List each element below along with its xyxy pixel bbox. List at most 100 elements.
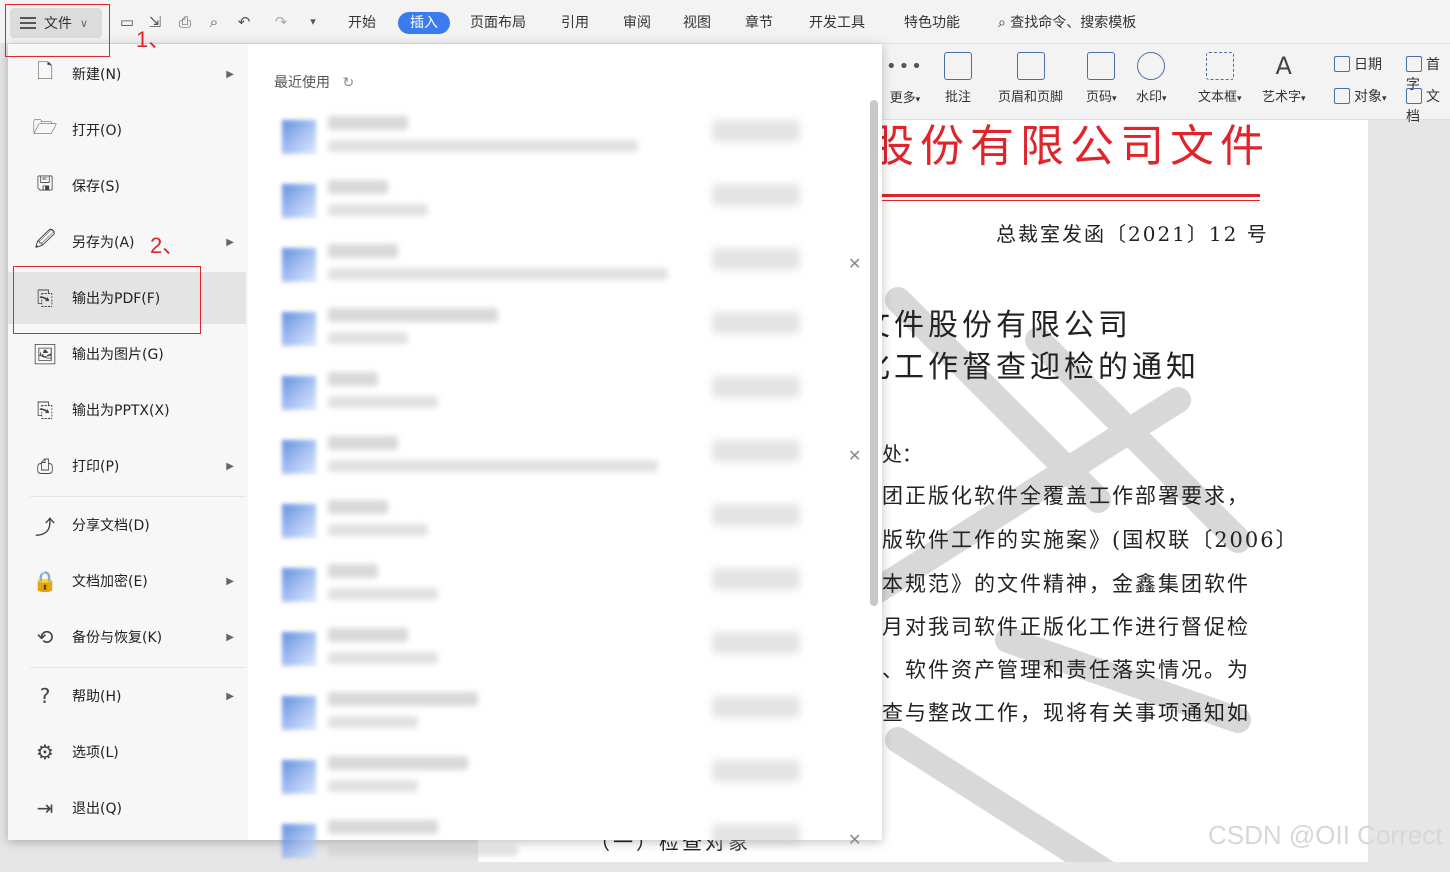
wordart-icon: A: [1275, 52, 1292, 80]
document-icon: [282, 696, 316, 730]
tab-insert[interactable]: 插入: [398, 12, 450, 34]
save-icon[interactable]: ▭: [118, 13, 136, 31]
recent-file-time-blurred: [712, 184, 800, 206]
document-icon: [282, 440, 316, 474]
redo-icon[interactable]: ↷: [272, 13, 290, 31]
backup-icon: ⟲: [36, 625, 54, 649]
recent-file-time-blurred: [712, 632, 800, 654]
file-menu-item[interactable]: ⤴ 分享文档(D): [8, 499, 246, 551]
document-icon: [282, 312, 316, 346]
refresh-icon[interactable]: ↻: [342, 75, 354, 91]
undo-icon[interactable]: ↶: [235, 13, 253, 31]
file-menu-item[interactable]: 🖼 输出为图片(G): [8, 328, 246, 380]
close-icon[interactable]: ✕: [848, 254, 861, 273]
file-menu-item-label: 输出为PPTX(X): [72, 403, 170, 419]
file-menu-item[interactable]: 🖫 保存(S): [8, 160, 246, 212]
document-icon: [282, 568, 316, 602]
header-footer-button[interactable]: 页眉和页脚: [998, 52, 1063, 105]
document-icon: [282, 760, 316, 794]
tab-review[interactable]: 审阅: [623, 12, 651, 34]
comment-button[interactable]: 批注: [944, 52, 972, 105]
notice-heading-line2: 化工作督查迎检的通知: [860, 350, 1200, 385]
recent-list-scrollbar[interactable]: [870, 100, 878, 606]
recent-file-row[interactable]: ✕: [276, 234, 861, 296]
notice-heading-line1: 文件股份有限公司: [860, 308, 1132, 343]
export-pptx-icon: ⎘: [37, 398, 53, 422]
document-icon: [282, 184, 316, 218]
recent-file-time-blurred: [712, 696, 800, 718]
file-menu-item[interactable]: ⇥ 退出(Q): [8, 782, 246, 834]
close-icon[interactable]: ✕: [848, 446, 861, 465]
tab-developer[interactable]: 开发工具: [809, 12, 865, 34]
file-menu-item[interactable]: ⚙ 选项(L): [8, 726, 246, 778]
file-menu-item[interactable]: ⎘ 输出为PPTX(X): [8, 384, 246, 436]
more-label: 更多: [889, 91, 916, 106]
annotation-step-1: 1、: [136, 27, 171, 52]
file-menu-item[interactable]: ? 帮助(H) ▶: [8, 670, 246, 722]
recent-file-name-blurred: [328, 500, 388, 514]
document-icon: [282, 376, 316, 410]
recent-file-row[interactable]: [276, 362, 836, 424]
tab-references[interactable]: 引用: [561, 12, 589, 34]
tab-special-features[interactable]: 特色功能: [904, 12, 960, 34]
save-icon: 🖫: [36, 171, 54, 195]
file-menu-item[interactable]: ⎙ 打印(P) ▶: [8, 440, 246, 492]
print-preview-icon[interactable]: ⌕: [205, 13, 223, 31]
file-menu-item-label: 打印(P): [72, 459, 120, 475]
file-menu-item[interactable]: ⟲ 备份与恢复(K) ▶: [8, 611, 246, 663]
search-icon: ⌕: [998, 15, 1006, 31]
comment-icon: [944, 52, 972, 80]
recent-file-row[interactable]: [276, 106, 836, 168]
red-rule-thin: [882, 200, 1260, 201]
recent-file-name-blurred: [328, 180, 388, 194]
recent-file-row[interactable]: [276, 298, 836, 360]
submenu-arrow-icon: ▶: [226, 460, 234, 472]
recent-file-row[interactable]: ✕: [276, 810, 861, 872]
print-icon[interactable]: ⎙: [176, 13, 194, 31]
tab-home[interactable]: 开始: [348, 12, 376, 34]
more-button[interactable]: ••• 更多▾: [886, 56, 924, 106]
exit-icon: ⇥: [36, 796, 54, 820]
page-number-icon: [1087, 52, 1116, 80]
file-menu-item-label: 输出为图片(G): [72, 347, 164, 363]
tab-view[interactable]: 视图: [683, 12, 711, 34]
notice-body-line: 版软件工作的实施案》(国权联〔2006〕: [882, 528, 1299, 552]
recent-file-path-blurred: [328, 524, 428, 536]
command-search[interactable]: ⌕ 查找命令、搜索模板: [998, 12, 1136, 34]
recent-file-row[interactable]: [276, 682, 836, 744]
recent-file-row[interactable]: [276, 618, 836, 680]
tab-page-layout[interactable]: 页面布局: [470, 12, 526, 34]
recent-file-row[interactable]: [276, 170, 836, 232]
document-part-button[interactable]: 文档: [1406, 86, 1450, 126]
textbox-button[interactable]: 文本框▾: [1198, 52, 1242, 105]
notice-salutation: 处：: [882, 442, 922, 466]
save-as-icon: 🖉: [34, 227, 56, 251]
file-menu-item[interactable]: 🖉 另存为(A) ▶: [8, 216, 246, 268]
tab-chapter[interactable]: 章节: [745, 12, 773, 34]
file-menu-item-label: 保存(S): [72, 179, 120, 195]
recent-file-time-blurred: [712, 312, 800, 334]
close-icon[interactable]: ✕: [848, 830, 861, 849]
recent-file-row[interactable]: [276, 746, 836, 808]
recent-file-row[interactable]: [276, 490, 836, 552]
print-icon: ⎙: [37, 454, 53, 478]
menu-bar: 文件 ∨ ▭ ⇲ ⎙ ⌕ ↶ ↷ ▾ 开始 插入 页面布局 引用 审阅 视图 章…: [0, 0, 1450, 44]
file-menu-item[interactable]: 🗁 打开(O): [8, 104, 246, 156]
file-menu-item[interactable]: 🔒 文档加密(E) ▶: [8, 555, 246, 607]
recent-file-row[interactable]: ✕: [276, 426, 861, 488]
customize-chevron-icon[interactable]: ▾: [304, 13, 322, 31]
recent-file-path-blurred: [328, 268, 668, 280]
recent-file-path-blurred: [328, 140, 638, 152]
recent-file-time-blurred: [712, 440, 800, 462]
object-icon: [1334, 88, 1350, 104]
object-button[interactable]: 对象▾: [1334, 86, 1387, 106]
notice-body-line: 月对我司软件正版化工作进行督促检: [882, 615, 1250, 639]
watermark-button[interactable]: 水印▾: [1136, 52, 1167, 105]
page-number-button[interactable]: 页码▾: [1086, 52, 1117, 105]
file-menu-item-label: 分享文档(D): [72, 518, 150, 534]
file-menu-item-label: 备份与恢复(K): [72, 630, 163, 646]
date-button[interactable]: 日期: [1334, 54, 1382, 74]
file-menu-panel: 🗋 新建(N) ▶ 🗁 打开(O) 🖫 保存(S) 🖉 另存为(A) ▶ ⎘ 输出为PDF(F) 🖼 输出…: [8, 44, 882, 858]
wordart-button[interactable]: A 艺术字▾: [1262, 52, 1306, 105]
recent-file-row[interactable]: [276, 554, 836, 616]
